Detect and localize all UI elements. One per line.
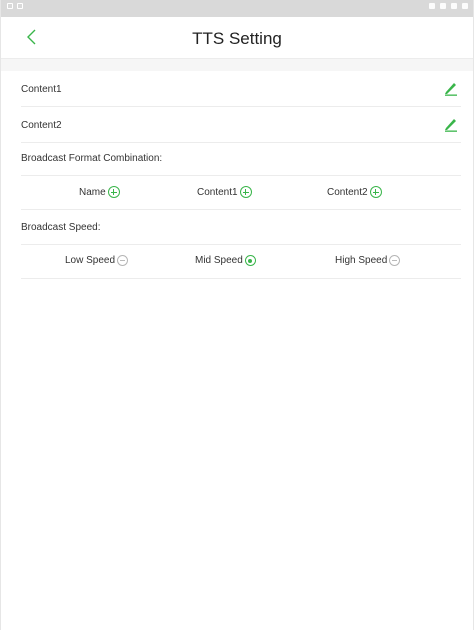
format-item-content1[interactable]: Content1	[197, 186, 252, 198]
content2-label: Content2	[21, 120, 62, 131]
status-right-icons	[429, 3, 468, 9]
format-item-name[interactable]: Name	[79, 186, 120, 198]
radio-icon[interactable]	[117, 255, 129, 266]
status-bar	[1, 0, 473, 17]
radio-selected-icon[interactable]	[244, 255, 256, 266]
notification-icon	[7, 3, 13, 9]
pencil-icon[interactable]	[443, 80, 459, 96]
clock-icon	[462, 3, 468, 9]
broadcast-speed-header: Broadcast Speed:	[21, 209, 461, 245]
content1-label: Content1	[21, 84, 62, 95]
plus-circle-icon[interactable]	[239, 186, 252, 198]
broadcast-format-options: Name Content1 Content2	[21, 174, 461, 210]
format-item-label: Name	[79, 186, 106, 198]
broadcast-format-label: Broadcast Format Combination:	[21, 153, 163, 164]
speed-option-high[interactable]: High Speed	[335, 255, 401, 266]
format-item-label: Content2	[327, 186, 368, 198]
bluetooth-icon	[429, 3, 435, 9]
broadcast-speed-options: Low Speed Mid Speed High Speed	[21, 243, 461, 279]
speed-option-label: Mid Speed	[195, 255, 243, 266]
content2-row[interactable]: Content2	[21, 107, 461, 143]
speed-option-label: High Speed	[335, 255, 388, 266]
speed-option-low[interactable]: Low Speed	[65, 255, 129, 266]
header: TTS Setting	[1, 17, 473, 59]
broadcast-speed-label: Broadcast Speed:	[21, 222, 101, 233]
pencil-icon[interactable]	[443, 116, 459, 132]
plus-circle-icon[interactable]	[107, 186, 120, 198]
tts-setting-page: TTS Setting Content1 Content2 Broadcast …	[0, 0, 474, 630]
broadcast-format-header: Broadcast Format Combination:	[21, 140, 461, 176]
battery-icon	[451, 3, 457, 9]
format-item-content2[interactable]: Content2	[327, 186, 382, 198]
content1-row[interactable]: Content1	[21, 71, 461, 107]
speed-option-label: Low Speed	[65, 255, 116, 266]
speed-option-mid[interactable]: Mid Speed	[195, 255, 256, 266]
plus-circle-icon[interactable]	[369, 186, 382, 198]
section-gap	[1, 59, 473, 71]
notification-icon	[17, 3, 23, 9]
status-left-icons	[7, 3, 23, 9]
radio-icon[interactable]	[389, 255, 401, 266]
page-title: TTS Setting	[192, 29, 282, 48]
wifi-icon	[440, 3, 446, 9]
format-item-label: Content1	[197, 186, 238, 198]
